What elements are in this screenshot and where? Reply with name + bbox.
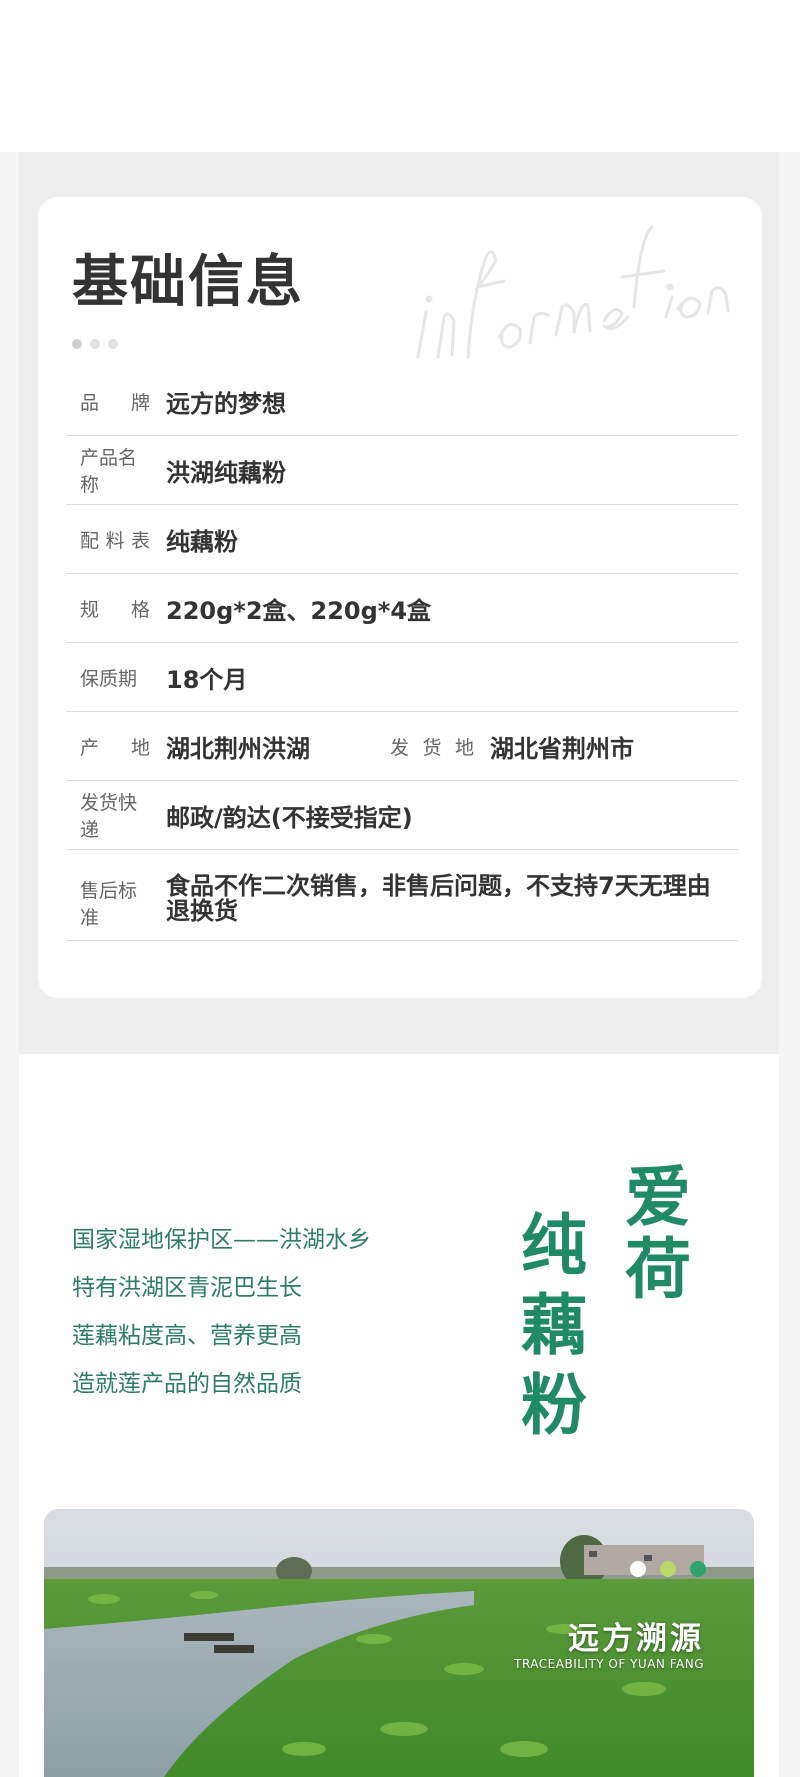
calligraphy-char: 纯: [521, 1206, 587, 1284]
label-courier: 发货快递: [80, 792, 138, 841]
value-after-sales: 食品不作二次销售，非售后问题，不支持7天无理由退换货: [166, 872, 711, 925]
intro-line: 特有洪湖区青泥巴生长: [72, 1275, 302, 1301]
carousel-dot[interactable]: [660, 1561, 676, 1577]
label-origin: 产地: [80, 736, 150, 759]
table-row-after-sales: 售后标准 食品不作二次销售，非售后问题，不支持7天无理由退换货: [66, 850, 738, 941]
left-margin: [0, 152, 19, 1777]
dot: [72, 339, 82, 349]
value-ship-from: 湖北省荆州市: [490, 734, 634, 763]
label-brand: 品牌: [80, 391, 150, 414]
info-title: 基础信息: [72, 250, 304, 315]
table-row-shelf-life: 保质期 18个月: [66, 643, 738, 712]
dot: [90, 339, 100, 349]
information-watermark: [416, 225, 730, 359]
table-row-courier: 发货快递 邮政/韵达(不接受指定): [66, 781, 738, 850]
right-margin: [779, 152, 800, 1777]
value-origin: 湖北荆州洪湖: [166, 734, 310, 763]
top-blank-area: [0, 0, 800, 152]
table-row-product-name: 产品名称 洪湖纯藕粉: [66, 436, 738, 505]
intro-line: 国家湿地保护区——洪湖水乡: [72, 1227, 371, 1253]
value-ingredients: 纯藕粉: [166, 527, 238, 556]
carousel-dot[interactable]: [690, 1561, 706, 1577]
carousel-dot[interactable]: [630, 1561, 646, 1577]
value-spec: 220g*2盒、220g*4盒: [166, 596, 432, 625]
table-row-brand: 品牌 远方的梦想: [66, 367, 738, 436]
value-courier: 邮政/韵达(不接受指定): [166, 803, 413, 832]
label-ship-from: 发货地: [390, 736, 474, 759]
calligraphy-char: 荷: [625, 1230, 691, 1308]
calligraphy-char: 粉: [521, 1366, 587, 1444]
table-row-origin: 产地 湖北荆州洪湖 发货地 湖北省荆州市: [66, 712, 738, 781]
dot: [108, 339, 118, 349]
calligraphy-char: 爱: [625, 1158, 691, 1236]
photo-title: 远方溯源: [568, 1621, 704, 1657]
value-product-name: 洪湖纯藕粉: [166, 458, 286, 487]
table-row-spec: 规格 220g*2盒、220g*4盒: [66, 574, 738, 643]
photo-subtitle: TRACEABILITY OF YUAN FANG: [514, 1657, 704, 1671]
card-dots: [72, 339, 118, 349]
table-row-ingredients: 配料表 纯藕粉: [66, 505, 738, 574]
basic-info-card: 基础信息 品牌 远方的梦想 产品名称 洪湖纯藕粉 配 料 表 纯藕粉 规 格 2…: [38, 197, 762, 998]
label-ingredients: 配料表: [80, 529, 150, 552]
calligraphy-char: 藕: [521, 1286, 587, 1364]
value-brand: 远方的梦想: [166, 389, 286, 418]
intro-line: 莲藕粘度高、营养更高: [72, 1323, 302, 1349]
label-shelf-life: 保质期: [80, 667, 138, 690]
intro-lines: 国家湿地保护区——洪湖水乡 特有洪湖区青泥巴生长 莲藕粘度高、营养更高 造就莲产…: [72, 1222, 371, 1414]
traceability-photo: 远方溯源 TRACEABILITY OF YUAN FANG: [44, 1509, 754, 1777]
photo-carousel-dots: [630, 1561, 706, 1577]
calligraphy-title: 爱 荷 纯 藕 粉: [521, 1158, 691, 1444]
info-table: 品牌 远方的梦想 产品名称 洪湖纯藕粉 配料表 纯藕粉 规格 220g*2盒、2…: [66, 367, 738, 941]
label-after-sales: 售后标准: [80, 880, 138, 929]
label-spec: 规格: [80, 598, 150, 621]
intro-line: 造就莲产品的自然品质: [72, 1371, 302, 1397]
label-product-name: 产品名称: [80, 447, 138, 496]
value-shelf-life: 18个月: [166, 665, 248, 694]
